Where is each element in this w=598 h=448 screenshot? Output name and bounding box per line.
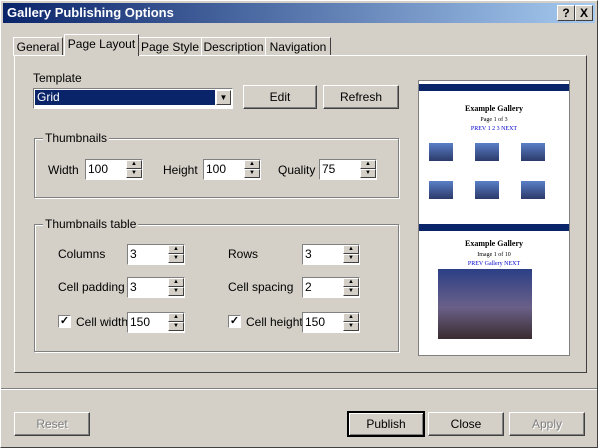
preview-thumbnail bbox=[475, 143, 499, 161]
quality-spinner[interactable]: 75 ▲ ▼ bbox=[319, 159, 377, 180]
preview-top-titlebar bbox=[419, 84, 569, 91]
rows-spinner[interactable]: 3 ▲ ▼ bbox=[302, 244, 360, 265]
title-bar: Gallery Publishing Options ? X bbox=[3, 3, 595, 23]
width-up-arrow-icon[interactable]: ▲ bbox=[126, 160, 142, 169]
cell-spacing-value: 2 bbox=[305, 280, 312, 294]
preview-bottom-titlebar bbox=[419, 224, 569, 231]
rows-label: Rows bbox=[228, 247, 259, 261]
chevron-down-icon[interactable]: ▼ bbox=[216, 90, 231, 105]
template-label: Template bbox=[33, 71, 82, 85]
preview-thumbnail bbox=[429, 181, 453, 199]
cell-width-label: Cell width bbox=[76, 315, 129, 329]
cell-spacing-down-arrow-icon[interactable]: ▼ bbox=[343, 287, 359, 296]
height-label: Height bbox=[163, 163, 198, 177]
preview-top-heading: Example Gallery bbox=[465, 104, 523, 113]
cell-height-up-arrow-icon[interactable]: ▲ bbox=[343, 313, 359, 322]
columns-label: Columns bbox=[58, 247, 106, 261]
width-spinner[interactable]: 100 ▲ ▼ bbox=[85, 159, 143, 180]
cell-spacing-up-arrow-icon[interactable]: ▲ bbox=[343, 278, 359, 287]
close-window-button[interactable]: X bbox=[575, 5, 593, 21]
thumbnails-table-group-title: Thumbnails table bbox=[43, 217, 139, 231]
preview-bottom-heading: Example Gallery bbox=[465, 239, 523, 248]
cell-padding-down-arrow-icon[interactable]: ▼ bbox=[168, 287, 184, 296]
cell-spacing-label: Cell spacing bbox=[228, 280, 294, 294]
footer-divider bbox=[1, 388, 597, 390]
cell-height-down-arrow-icon[interactable]: ▼ bbox=[343, 322, 359, 331]
cell-width-spinner[interactable]: 150 ▲ ▼ bbox=[127, 312, 185, 333]
cell-height-label: Cell height bbox=[246, 315, 303, 329]
tab-description[interactable]: Description bbox=[201, 37, 266, 56]
cell-padding-up-arrow-icon[interactable]: ▲ bbox=[168, 278, 184, 287]
reset-button[interactable]: Reset bbox=[14, 412, 90, 436]
quality-down-arrow-icon[interactable]: ▼ bbox=[360, 169, 376, 178]
quality-value: 75 bbox=[322, 162, 336, 176]
publish-button[interactable]: Publish bbox=[347, 411, 425, 437]
template-value: Grid bbox=[35, 90, 215, 105]
preview-top-nav: PREV 1 2 3 NEXT bbox=[470, 126, 518, 132]
cell-width-checkbox[interactable]: ✓ bbox=[58, 315, 71, 328]
quality-label: Quality bbox=[278, 163, 316, 177]
rows-down-arrow-icon[interactable]: ▼ bbox=[343, 254, 359, 263]
preview-thumbnail bbox=[429, 143, 453, 161]
columns-spinner[interactable]: 3 ▲ ▼ bbox=[127, 244, 185, 265]
columns-down-arrow-icon[interactable]: ▼ bbox=[168, 254, 184, 263]
dialog-window: Gallery Publishing Options ? X General P… bbox=[0, 0, 598, 448]
tab-general[interactable]: General bbox=[13, 37, 63, 56]
cell-width-value: 150 bbox=[130, 315, 151, 329]
height-spinner[interactable]: 100 ▲ ▼ bbox=[203, 159, 261, 180]
height-value: 100 bbox=[206, 162, 227, 176]
width-label: Width bbox=[48, 163, 79, 177]
cell-width-up-arrow-icon[interactable]: ▲ bbox=[168, 313, 184, 322]
preview-top-page: Page 1 of 3 bbox=[480, 117, 508, 123]
cell-padding-label: Cell padding bbox=[58, 280, 125, 294]
tab-page-style[interactable]: Page Style bbox=[138, 37, 202, 56]
preview-thumbnail bbox=[521, 181, 545, 199]
window-title: Gallery Publishing Options bbox=[7, 5, 174, 20]
columns-up-arrow-icon[interactable]: ▲ bbox=[168, 245, 184, 254]
preview-bottom-nav: PREV Gallery NEXT bbox=[467, 261, 521, 267]
cell-height-checkbox[interactable]: ✓ bbox=[228, 315, 241, 328]
apply-button[interactable]: Apply bbox=[509, 412, 585, 436]
width-down-arrow-icon[interactable]: ▼ bbox=[126, 169, 142, 178]
rows-up-arrow-icon[interactable]: ▲ bbox=[343, 245, 359, 254]
edit-button[interactable]: Edit bbox=[243, 85, 317, 109]
preview-thumbnail bbox=[475, 181, 499, 199]
height-down-arrow-icon[interactable]: ▼ bbox=[244, 169, 260, 178]
cell-width-down-arrow-icon[interactable]: ▼ bbox=[168, 322, 184, 331]
refresh-button[interactable]: Refresh bbox=[323, 85, 399, 109]
preview-thumbnail bbox=[521, 143, 545, 161]
quality-up-arrow-icon[interactable]: ▲ bbox=[360, 160, 376, 169]
cell-height-value: 150 bbox=[305, 315, 326, 329]
tab-page-layout[interactable]: Page Layout bbox=[64, 34, 139, 56]
cell-spacing-spinner[interactable]: 2 ▲ ▼ bbox=[302, 277, 360, 298]
close-button[interactable]: Close bbox=[428, 412, 504, 436]
tab-navigation[interactable]: Navigation bbox=[265, 37, 331, 56]
thumbnails-group-title: Thumbnails bbox=[43, 131, 110, 145]
preview-bottom-page: Image 1 of 10 bbox=[477, 252, 511, 258]
cell-padding-value: 3 bbox=[130, 280, 137, 294]
cell-height-spinner[interactable]: 150 ▲ ▼ bbox=[302, 312, 360, 333]
height-up-arrow-icon[interactable]: ▲ bbox=[244, 160, 260, 169]
cell-padding-spinner[interactable]: 3 ▲ ▼ bbox=[127, 277, 185, 298]
columns-value: 3 bbox=[130, 247, 137, 261]
rows-value: 3 bbox=[305, 247, 312, 261]
preview-large-image bbox=[438, 269, 532, 339]
width-value: 100 bbox=[88, 162, 109, 176]
layout-preview: Example Gallery Page 1 of 3 PREV 1 2 3 N… bbox=[418, 80, 570, 356]
template-select[interactable]: Grid ▼ bbox=[33, 88, 233, 109]
help-button[interactable]: ? bbox=[557, 5, 575, 21]
